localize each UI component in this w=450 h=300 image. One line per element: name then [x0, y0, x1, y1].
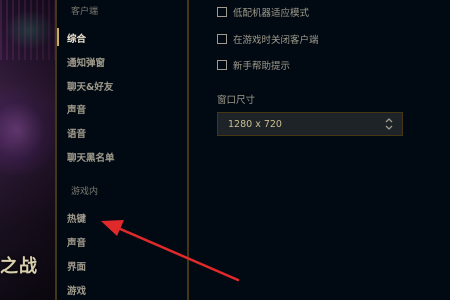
window-size-value: 1280 x 720 — [228, 118, 282, 130]
close-client-ingame-checkbox-row[interactable]: 在游戏时关闭客户端 — [217, 32, 319, 46]
low-spec-mode-checkbox-row[interactable]: 低配机器适应模式 — [217, 5, 309, 19]
checkbox-label: 新手帮助提示 — [233, 61, 291, 72]
sidebar-item-game[interactable]: 游戏 — [67, 283, 86, 297]
artwork-title: 之战 — [0, 256, 38, 277]
sidebar-item-ingame-sound[interactable]: 声音 — [67, 235, 86, 249]
checkbox-label: 在游戏时关闭客户端 — [233, 35, 319, 46]
sidebar-item-notifications[interactable]: 通知弹窗 — [67, 55, 105, 69]
newbie-tips-checkbox-row[interactable]: 新手帮助提示 — [217, 58, 290, 72]
settings-panel: 低配机器适应模式 在游戏时关闭客户端 新手帮助提示 窗口尺寸 1280 x 72… — [189, 0, 450, 300]
sidebar-item-interface[interactable]: 界面 — [67, 259, 86, 273]
window-size-label: 窗口尺寸 — [217, 95, 256, 106]
section-heading-ingame: 游戏内 — [71, 187, 99, 197]
settings-sidebar: 客户端 综合 通知弹窗 聊天&好友 声音 语音 聊天黑名单 游戏内 热键 声音 … — [57, 0, 188, 300]
sidebar-item-client-sound[interactable]: 声音 — [67, 102, 86, 116]
window-size-select[interactable]: 1280 x 720 — [217, 112, 403, 136]
active-indicator — [57, 28, 59, 46]
sidebar-item-general[interactable]: 综合 — [67, 31, 86, 45]
updown-chevron-icon — [385, 118, 393, 130]
close-client-ingame-checkbox[interactable] — [217, 34, 227, 44]
sidebar-item-hotkeys[interactable]: 热键 — [67, 211, 86, 225]
sidebar-item-chat-blocklist[interactable]: 聊天黑名单 — [67, 150, 115, 164]
sidebar-item-voice[interactable]: 语音 — [67, 126, 86, 140]
sidebar-item-chat-friends[interactable]: 聊天&好友 — [67, 79, 113, 93]
low-spec-mode-checkbox[interactable] — [217, 7, 227, 17]
section-heading-client: 客户端 — [71, 7, 99, 17]
newbie-tips-checkbox[interactable] — [217, 60, 227, 70]
checkbox-label: 低配机器适应模式 — [233, 8, 310, 19]
background-artwork: 之战 — [0, 0, 57, 300]
